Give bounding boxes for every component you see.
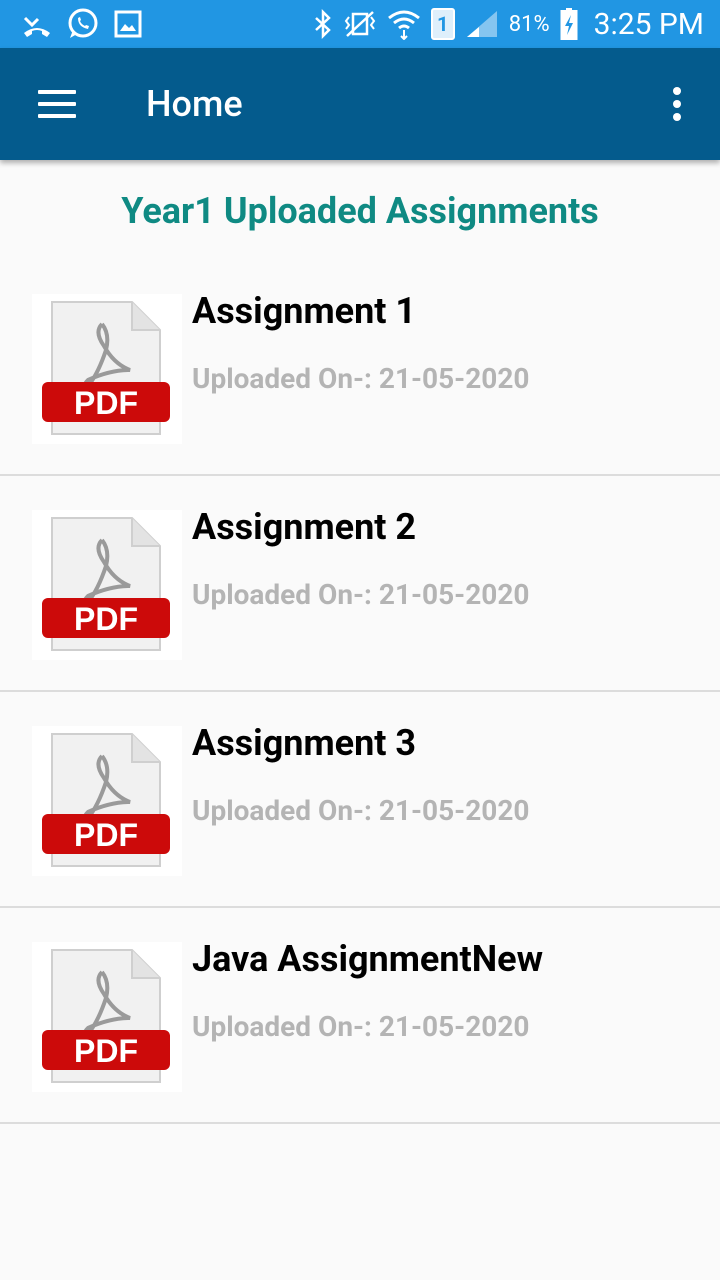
- assignment-title: Assignment 3: [192, 722, 417, 764]
- assignment-item[interactable]: PDF Assignment 2 Uploaded On-: 21-05-202…: [0, 476, 720, 692]
- clock: 3:25 PM: [593, 6, 704, 42]
- status-bar-notifications: [22, 7, 142, 41]
- hamburger-menu-icon[interactable]: [38, 90, 76, 118]
- battery-charging-icon: [560, 8, 578, 40]
- pdf-badge-label: PDF: [74, 817, 138, 853]
- signal-icon: [466, 11, 497, 37]
- wifi-icon: [387, 10, 420, 40]
- status-bar: 1 81% 3:25 PM: [0, 0, 720, 48]
- assignment-item[interactable]: PDF Assignment 3 Uploaded On-: 21-05-202…: [0, 692, 720, 908]
- pdf-badge-label: PDF: [74, 385, 138, 421]
- assignment-item[interactable]: PDF Java AssignmentNew Uploaded On-: 21-…: [0, 908, 720, 1124]
- pdf-file-icon: PDF: [32, 726, 182, 876]
- vibrate-icon: [344, 11, 375, 37]
- bluetooth-icon: [314, 9, 331, 39]
- assignment-upload-date: Uploaded On-: 21-05-2020: [192, 1010, 530, 1043]
- assignment-item[interactable]: PDF Assignment 1 Uploaded On-: 21-05-202…: [0, 260, 720, 476]
- sim-icon: 1: [430, 8, 455, 40]
- more-vert-icon[interactable]: [672, 87, 682, 121]
- main-content: Year1 Uploaded Assignments PDF Assignmen…: [0, 160, 720, 1124]
- assignment-title: Assignment 2: [192, 506, 417, 548]
- section-title: Year1 Uploaded Assignments: [121, 190, 599, 232]
- whatsapp-icon: [68, 8, 98, 38]
- pdf-file-icon: PDF: [32, 942, 182, 1092]
- app-bar-title: Home: [146, 83, 243, 125]
- sim-slot-label: 1: [437, 12, 449, 36]
- status-bar-system: 1 81% 3:25 PM: [313, 7, 704, 42]
- pdf-badge-label: PDF: [74, 601, 138, 637]
- assignment-upload-date: Uploaded On-: 21-05-2020: [192, 578, 530, 611]
- pdf-file-icon: PDF: [32, 294, 182, 444]
- assignment-upload-date: Uploaded On-: 21-05-2020: [192, 362, 530, 395]
- pdf-file-icon: PDF: [32, 510, 182, 660]
- app-bar: Home: [0, 48, 720, 160]
- assignment-title: Assignment 1: [192, 290, 417, 332]
- gallery-icon: [114, 10, 142, 38]
- assignment-list: PDF Assignment 1 Uploaded On-: 21-05-202…: [0, 260, 720, 1124]
- assignment-upload-date: Uploaded On-: 21-05-2020: [192, 794, 530, 827]
- pdf-badge-label: PDF: [74, 1033, 138, 1069]
- battery-percent: 81%: [508, 11, 550, 37]
- missed-call-icon: [23, 16, 50, 37]
- assignment-title: Java AssignmentNew: [192, 938, 543, 980]
